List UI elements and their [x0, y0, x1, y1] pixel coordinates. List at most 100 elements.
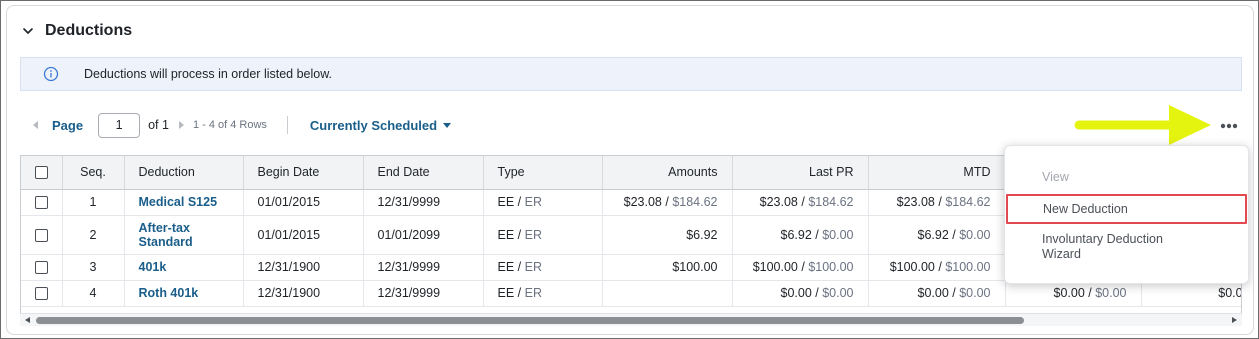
more-options-icon — [1220, 123, 1238, 129]
next-page-icon[interactable] — [175, 119, 187, 131]
last-pr-ee: $0.00 — [780, 286, 812, 300]
end-date-cell: 12/31/9999 — [363, 254, 484, 281]
mtd-ee: $6.92 — [917, 227, 949, 242]
mtd-ee: $0.00 — [917, 286, 949, 300]
type-cell: EE / ER — [483, 189, 603, 216]
last-pr-er: $0.00 — [822, 286, 854, 300]
caret-down-icon — [443, 122, 452, 128]
col-deduction[interactable]: Deduction — [124, 156, 244, 190]
amounts-cell: $100.00 — [602, 254, 733, 281]
end-date-cell: 01/01/2099 — [363, 215, 484, 255]
prev-page-icon[interactable] — [30, 119, 42, 131]
type-ee: EE — [497, 227, 515, 242]
info-message: Deductions will process in order listed … — [84, 67, 333, 81]
last-pr-cell: $100.00 / $100.00 — [732, 254, 869, 281]
col-begin-date[interactable]: Begin Date — [243, 156, 364, 190]
last-pr-cell: $23.08 / $184.62 — [732, 189, 869, 216]
deduction-link[interactable]: Roth 401k — [124, 280, 244, 307]
type-cell: EE / ER — [483, 280, 603, 307]
deduction-link[interactable]: Medical S125 — [124, 189, 244, 216]
type-er: ER — [524, 260, 542, 274]
begin-date-cell: 12/31/1900 — [243, 254, 364, 281]
last-pr-ee: $6.92 — [780, 227, 812, 242]
horizontal-scrollbar[interactable] — [20, 313, 1242, 326]
extra-ee: $0.00 — [1053, 286, 1085, 300]
amount-ee: $23.08 — [623, 195, 662, 209]
toolbar-divider — [286, 116, 288, 134]
scroll-left-icon[interactable] — [25, 317, 30, 323]
seq-cell: 2 — [62, 215, 125, 255]
deductions-panel: Deductions Deductions will process in or… — [6, 5, 1254, 335]
mtd-er: $0.00 — [959, 286, 991, 300]
section-header[interactable]: Deductions — [21, 20, 132, 42]
menu-item-view[interactable]: View — [1005, 170, 1250, 184]
row-select-cell — [21, 254, 63, 281]
mtd-cell: $100.00 / $100.00 — [868, 254, 1006, 281]
select-all-cell — [21, 156, 63, 190]
extra-ee: $0.00 — [1218, 286, 1242, 300]
last-pr-er: $0.00 — [822, 227, 854, 242]
info-icon — [43, 66, 59, 82]
last-pr-cell: $0.00 / $0.00 — [732, 280, 869, 307]
last-pr-er: $100.00 — [808, 260, 854, 274]
menu-item-involuntary-wizard[interactable]: Involuntary Deduction Wizard — [1005, 232, 1205, 262]
schedule-filter-dropdown[interactable]: Currently Scheduled — [309, 117, 452, 133]
mtd-cell: $6.92 / $0.00 — [868, 215, 1006, 255]
deduction-link[interactable]: After-tax Standard — [124, 215, 244, 255]
page-count: of 1 — [148, 118, 169, 132]
row-checkbox[interactable] — [34, 261, 48, 275]
begin-date-cell: 12/31/1900 — [243, 280, 364, 307]
col-seq[interactable]: Seq. — [62, 156, 125, 190]
row-checkbox[interactable] — [34, 196, 48, 210]
scrollbar-thumb[interactable] — [36, 317, 1024, 324]
col-type[interactable]: Type — [483, 156, 603, 190]
type-ee: EE — [497, 286, 515, 300]
amount-er: $184.62 — [672, 195, 718, 209]
type-er: ER — [524, 195, 542, 209]
pager-toolbar: Page of 1 1 - 4 of 4 Rows Currently Sche… — [20, 112, 452, 138]
mtd-er: $0.00 — [959, 227, 991, 242]
scroll-right-icon[interactable] — [1232, 317, 1237, 323]
type-cell: EE / ER — [483, 215, 603, 255]
info-banner: Deductions will process in order listed … — [20, 57, 1242, 91]
last-pr-cell: $6.92 / $0.00 — [732, 215, 869, 255]
end-date-cell: 12/31/9999 — [363, 189, 484, 216]
row-select-cell — [21, 280, 63, 307]
row-select-cell — [21, 189, 63, 216]
mtd-cell: $0.00 / $0.00 — [868, 280, 1006, 307]
type-er: ER — [524, 227, 542, 242]
chevron-down-icon[interactable] — [21, 24, 35, 38]
col-amounts[interactable]: Amounts — [602, 156, 733, 190]
begin-date-cell: 01/01/2015 — [243, 189, 364, 216]
amounts-cell: $6.92 — [602, 215, 733, 255]
menu-item-new-deduction[interactable]: New Deduction — [1006, 194, 1247, 224]
seq-cell: 3 — [62, 254, 125, 281]
window-frame: Deductions Deductions will process in or… — [0, 0, 1259, 339]
mtd-er: $184.62 — [945, 195, 991, 209]
col-end-date[interactable]: End Date — [363, 156, 484, 190]
type-ee: EE — [497, 260, 515, 274]
row-checkbox[interactable] — [34, 287, 48, 301]
schedule-filter-label: Currently Scheduled — [309, 117, 438, 133]
col-last-pr[interactable]: Last PR — [732, 156, 869, 190]
more-options-menu: View New Deduction Involuntary Deduction… — [1004, 145, 1249, 284]
seq-cell: 4 — [62, 280, 125, 307]
seq-cell: 1 — [62, 189, 125, 216]
mtd-ee: $23.08 — [896, 195, 935, 209]
section-title: Deductions — [45, 22, 133, 39]
mtd-cell: $23.08 / $184.62 — [868, 189, 1006, 216]
extra-er: $0.00 — [1095, 286, 1127, 300]
type-ee: EE — [497, 195, 515, 209]
page-number-input[interactable] — [98, 112, 141, 138]
row-checkbox[interactable] — [34, 228, 48, 242]
last-pr-ee: $23.08 — [759, 195, 798, 209]
type-cell: EE / ER — [483, 254, 603, 281]
last-pr-er: $184.62 — [808, 195, 854, 209]
select-all-checkbox[interactable] — [34, 166, 48, 180]
more-options-button[interactable] — [1217, 116, 1241, 136]
deduction-link[interactable]: 401k — [124, 254, 244, 281]
col-mtd[interactable]: MTD — [868, 156, 1006, 190]
mtd-er: $100.00 — [945, 260, 991, 274]
page-label: Page — [52, 117, 84, 133]
rows-summary: 1 - 4 of 4 Rows — [192, 119, 267, 131]
